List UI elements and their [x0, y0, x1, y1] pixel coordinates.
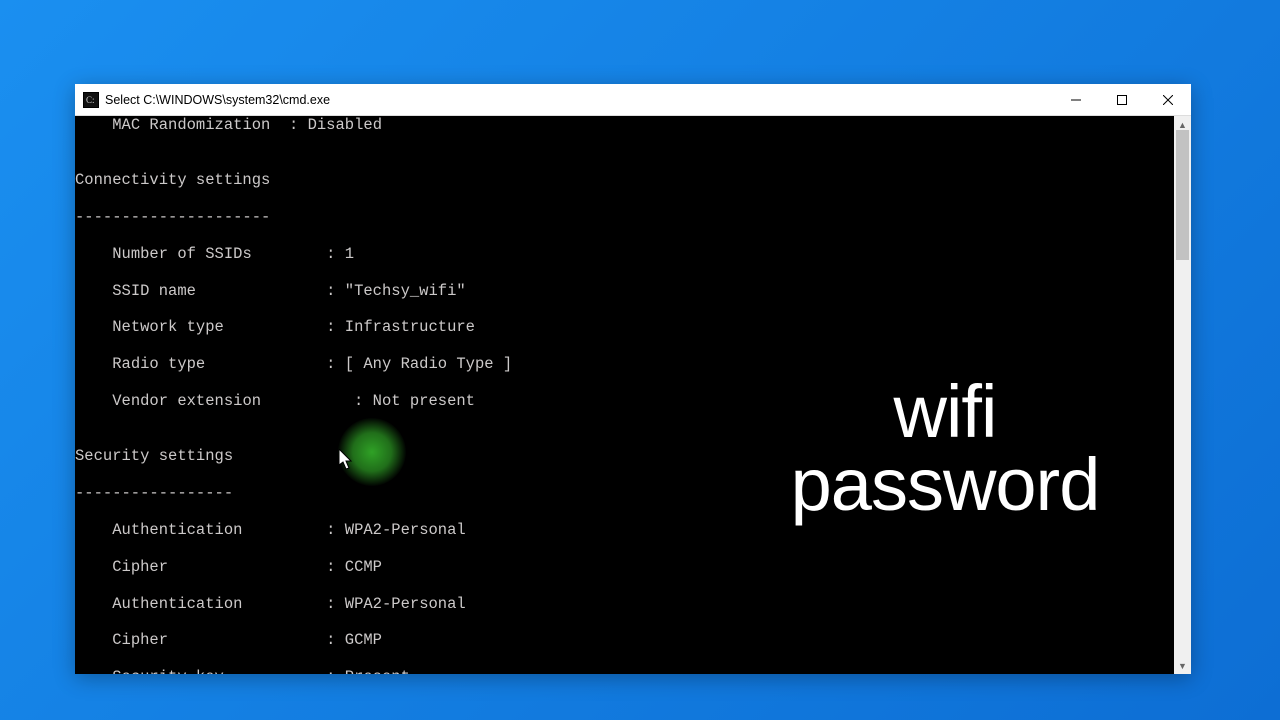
maximize-button[interactable]	[1099, 84, 1145, 115]
mac-randomization-value: Disabled	[308, 116, 382, 134]
close-button[interactable]	[1145, 84, 1191, 115]
authentication2-label: Authentication	[112, 595, 242, 613]
cmd-icon: C:	[83, 92, 99, 108]
number-of-ssids-value: 1	[345, 245, 354, 263]
cipher2-value: GCMP	[345, 631, 382, 649]
security-key-value: Present	[345, 668, 410, 674]
ssid-name-value: "Techsy_wifi"	[345, 282, 466, 300]
cipher1-value: CCMP	[345, 558, 382, 576]
number-of-ssids-label: Number of SSIDs	[112, 245, 252, 263]
overlay-caption: wifi password	[745, 376, 1145, 521]
overlay-line1: wifi	[745, 376, 1145, 449]
svg-text:C:: C:	[86, 95, 95, 105]
authentication1-value: WPA2-Personal	[345, 521, 466, 539]
security-key-label: Security key	[112, 668, 224, 674]
vendor-extension-value: Not present	[373, 392, 475, 410]
terminal-area: MAC Randomization : Disabled Connectivit…	[75, 116, 1191, 674]
titlebar[interactable]: C: Select C:\WINDOWS\system32\cmd.exe	[75, 84, 1191, 116]
connectivity-heading: Connectivity settings	[75, 171, 1174, 189]
minimize-button[interactable]	[1053, 84, 1099, 115]
network-type-value: Infrastructure	[345, 318, 475, 336]
cmd-window: C: Select C:\WINDOWS\system32\cmd.exe MA…	[75, 84, 1191, 674]
window-controls	[1053, 84, 1191, 115]
authentication1-label: Authentication	[112, 521, 242, 539]
radio-type-label: Radio type	[112, 355, 205, 373]
network-type-label: Network type	[112, 318, 224, 336]
cipher2-label: Cipher	[112, 631, 168, 649]
scroll-down-icon[interactable]: ▼	[1174, 657, 1191, 674]
vendor-extension-label: Vendor extension	[112, 392, 261, 410]
mac-randomization-label: MAC Randomization	[112, 116, 270, 134]
cipher1-label: Cipher	[112, 558, 168, 576]
ssid-name-label: SSID name	[112, 282, 196, 300]
radio-type-value: [ Any Radio Type ]	[345, 355, 512, 373]
scroll-thumb[interactable]	[1176, 130, 1189, 260]
window-title: Select C:\WINDOWS\system32\cmd.exe	[105, 93, 1053, 107]
authentication2-value: WPA2-Personal	[345, 595, 466, 613]
dashes: ---------------------	[75, 208, 1174, 226]
scrollbar[interactable]: ▲ ▼	[1174, 116, 1191, 674]
overlay-line2: password	[745, 449, 1145, 522]
